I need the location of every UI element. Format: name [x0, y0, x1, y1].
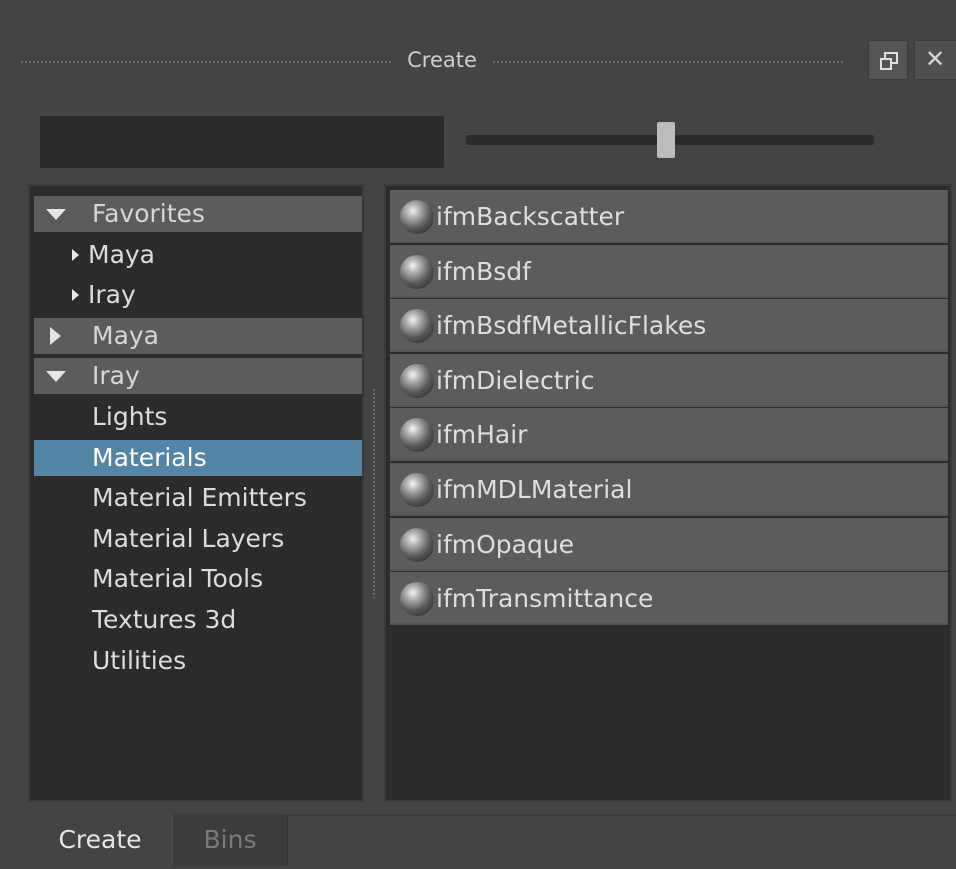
- tree-item-label: Materials: [92, 443, 207, 472]
- slider-handle[interactable]: [657, 122, 675, 158]
- tree-item-lights[interactable]: Lights: [34, 399, 362, 435]
- list-item-label: ifmBackscatter: [436, 202, 625, 231]
- material-sphere-icon: [400, 527, 434, 562]
- close-icon: ✕: [925, 45, 946, 73]
- material-sphere-icon: [400, 309, 434, 344]
- tab-bins[interactable]: Bins: [172, 814, 288, 866]
- tree-item-maya[interactable]: Maya: [34, 237, 362, 273]
- float-window-button[interactable]: [868, 40, 908, 80]
- drag-handle-right[interactable]: [492, 60, 844, 64]
- list-item-ifmbsdfmetallicflakes[interactable]: ifmBsdfMetallicFlakes: [390, 299, 948, 353]
- restore-window-icon: [880, 52, 898, 70]
- tree-item-label: Iray: [88, 280, 136, 309]
- list-item-label: ifmBsdf: [436, 256, 531, 286]
- tree-item-label: Material Layers: [92, 524, 285, 553]
- expanded-triangle-icon[interactable]: [46, 371, 66, 382]
- material-sphere-icon: [400, 254, 434, 289]
- list-item-ifmdielectric[interactable]: ifmDielectric: [390, 353, 948, 407]
- material-sphere-icon: [400, 473, 434, 507]
- tree-item-textures-3d[interactable]: Textures 3d: [34, 602, 362, 638]
- tree-item-favorites[interactable]: Favorites: [34, 196, 362, 232]
- material-sphere-icon: [400, 200, 434, 234]
- tab-create[interactable]: Create: [28, 814, 172, 866]
- panel-splitter[interactable]: [372, 388, 376, 598]
- collapsed-triangle-icon[interactable]: [72, 289, 79, 301]
- list-item-label: ifmBsdfMetallicFlakes: [436, 311, 707, 341]
- filter-input[interactable]: [40, 116, 444, 168]
- tree-item-label: Maya: [92, 321, 160, 350]
- list-item-label: ifmDielectric: [436, 365, 595, 395]
- tree-item-label: Iray: [92, 361, 140, 390]
- node-list: ifmBackscatter ifmBsdf ifmBsdfMetallicFlak…: [384, 184, 952, 802]
- list-item-ifmmdlmaterial[interactable]: ifmMDLMaterial: [390, 463, 948, 516]
- tree-item-maya[interactable]: Maya: [34, 318, 362, 354]
- tree-item-label: Maya: [88, 240, 156, 269]
- window-title: Create: [407, 48, 477, 72]
- tree-item-label: Textures 3d: [92, 605, 237, 634]
- tree-item-label: Material Emitters: [92, 483, 307, 512]
- collapsed-triangle-icon[interactable]: [50, 327, 61, 345]
- tree-item-materials[interactable]: Materials: [34, 440, 362, 476]
- tree-item-utilities[interactable]: Utilities: [34, 643, 362, 679]
- list-item-label: ifmMDLMaterial: [436, 475, 633, 504]
- material-sphere-icon: [400, 418, 434, 453]
- tree-item-iray[interactable]: Iray: [34, 358, 362, 394]
- material-sphere-icon: [400, 582, 434, 617]
- list-item-ifmbsdf[interactable]: ifmBsdf: [390, 244, 948, 298]
- tree-item-label: Lights: [92, 402, 168, 431]
- close-button[interactable]: ✕: [914, 40, 956, 80]
- category-tree: Favorites Maya Iray Maya Iray Lights Materials…: [28, 184, 364, 802]
- list-item-label: ifmTransmittance: [436, 584, 654, 614]
- tree-item-material-tools[interactable]: Material Tools: [34, 561, 362, 597]
- tab-bar-empty: [288, 814, 956, 866]
- create-window: Create ✕ Favorites Maya Iray Maya Iray Lights…: [0, 0, 956, 869]
- drag-handle-left[interactable]: [20, 60, 392, 64]
- material-sphere-icon: [400, 363, 434, 398]
- tree-item-material-layers[interactable]: Material Layers: [34, 521, 362, 557]
- list-item-ifmtransmittance[interactable]: ifmTransmittance: [390, 572, 948, 626]
- tree-item-label: Material Tools: [92, 564, 264, 593]
- collapsed-triangle-icon[interactable]: [72, 249, 79, 261]
- tree-item-iray[interactable]: Iray: [34, 277, 362, 313]
- list-item-ifmhair[interactable]: ifmHair: [390, 408, 948, 462]
- tab-bar: Create Bins: [0, 814, 956, 869]
- tree-item-label: Utilities: [92, 646, 187, 675]
- tree-item-label: Favorites: [92, 199, 205, 228]
- tree-item-material-emitters[interactable]: Material Emitters: [34, 480, 362, 516]
- expanded-triangle-icon[interactable]: [46, 209, 66, 220]
- list-item-label: ifmHair: [436, 420, 528, 450]
- list-item-ifmbackscatter[interactable]: ifmBackscatter: [390, 190, 948, 243]
- title-bar[interactable]: Create ✕: [0, 30, 956, 92]
- list-item-label: ifmOpaque: [436, 529, 575, 559]
- list-item-ifmopaque[interactable]: ifmOpaque: [390, 517, 948, 571]
